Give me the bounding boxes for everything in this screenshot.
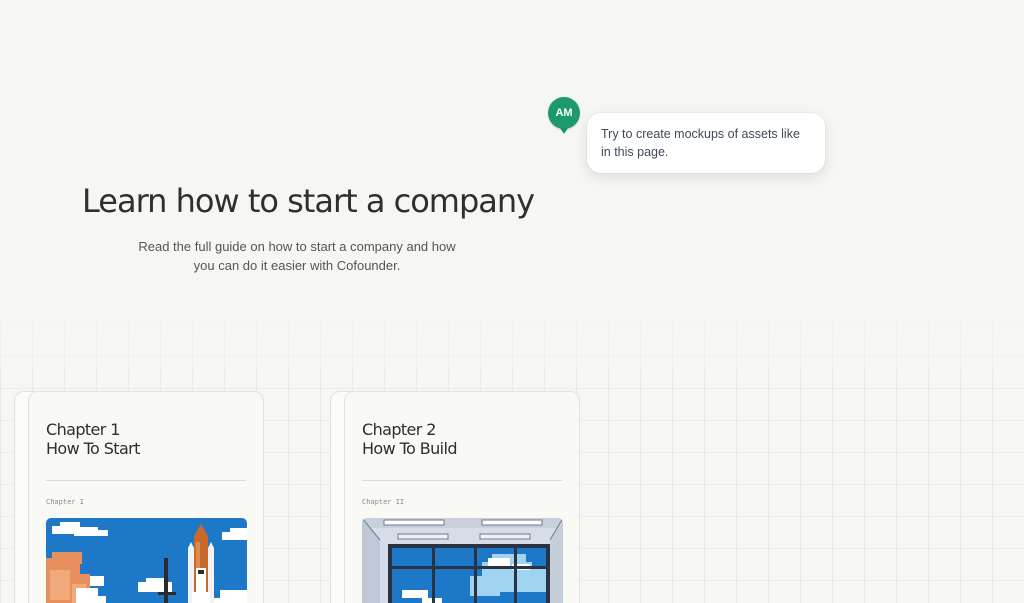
hero-title: Learn how to start a company — [82, 182, 535, 220]
page: Learn how to start a company Read the fu… — [0, 0, 1024, 603]
comment-avatar[interactable]: AM — [548, 97, 580, 129]
chapter-title: Chapter 2 How To Build — [362, 420, 562, 458]
chapter-card-1[interactable]: Chapter 1 How To Start Chapter I — [28, 391, 264, 603]
space-shuttle-illustration — [46, 518, 247, 603]
chapter-tag: Chapter I — [46, 498, 84, 506]
chapter-tag: Chapter II — [362, 498, 405, 506]
divider — [362, 480, 562, 481]
divider — [46, 480, 246, 481]
grid-fade — [0, 300, 1024, 380]
hero-subtitle: Read the full guide on how to start a co… — [138, 239, 456, 273]
chapter-name: How To Build — [362, 439, 457, 458]
chapter-title: Chapter 1 How To Start — [46, 420, 246, 458]
chapter-card-2[interactable]: Chapter 2 How To Build Chapter II — [344, 391, 580, 603]
chapter-name: How To Start — [46, 439, 140, 458]
office-window-illustration — [362, 518, 563, 603]
comment-bubble[interactable]: Try to create mockups of assets like in … — [587, 113, 825, 173]
chapter-number: Chapter 1 — [46, 420, 120, 439]
chapter-number: Chapter 2 — [362, 420, 436, 439]
